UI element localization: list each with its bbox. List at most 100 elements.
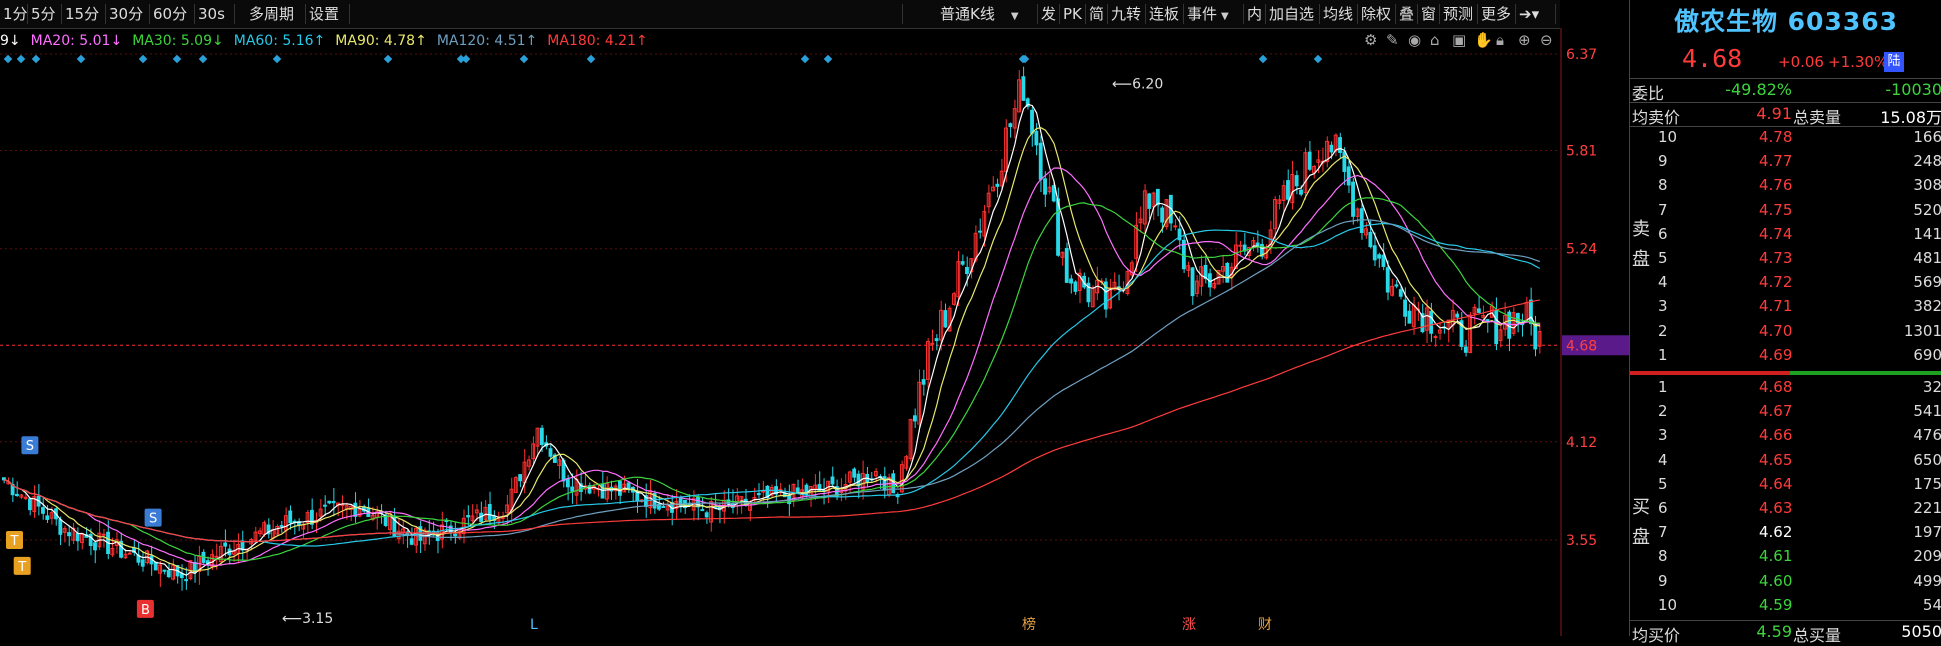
event-marker[interactable] bbox=[823, 54, 833, 64]
trade-marker-s[interactable]: S bbox=[144, 508, 162, 527]
period-button-multi[interactable]: 多周期 bbox=[246, 4, 306, 24]
ma-line bbox=[4, 197, 1540, 562]
weibi-label: 委比 bbox=[1632, 84, 1665, 103]
level-price: 4.60 bbox=[1759, 571, 1793, 590]
bottom-event-label[interactable]: 财 bbox=[1258, 617, 1272, 633]
toolbar-button-jiuzhuan[interactable]: 九转 bbox=[1108, 4, 1146, 24]
period-button-p5m[interactable]: 5分 bbox=[28, 4, 62, 24]
candle-body bbox=[67, 532, 71, 537]
toolbar-button-yuce[interactable]: 预测 bbox=[1440, 4, 1478, 24]
period-button-settings[interactable]: 设置 bbox=[306, 4, 350, 24]
total-sell-label: 总卖量 bbox=[1793, 108, 1842, 127]
toolbar-button-junxian[interactable]: 均线 bbox=[1320, 4, 1358, 24]
level-index: 2 bbox=[1658, 402, 1668, 421]
event-marker[interactable] bbox=[272, 54, 282, 64]
candle-body bbox=[1338, 137, 1342, 153]
toolbar-button-fa[interactable]: 发 bbox=[1038, 4, 1060, 24]
svg-text:T: T bbox=[17, 560, 26, 575]
toolbar-button-lianban[interactable]: 连板 bbox=[1146, 4, 1184, 24]
toolbar-label: 加自选 bbox=[1269, 5, 1315, 23]
candle-body bbox=[795, 487, 800, 493]
event-marker[interactable] bbox=[198, 54, 208, 64]
event-marker[interactable] bbox=[519, 54, 529, 64]
exit-icon[interactable]: ➔▾ bbox=[1516, 4, 1556, 24]
y-tick-label: 4.12 bbox=[1566, 435, 1597, 451]
candle-body bbox=[140, 559, 145, 567]
toolbar-button-jian[interactable]: 简 bbox=[1086, 4, 1108, 24]
kline-chart[interactable]: 6.37 5.81 5.24 4.12 3.55 4.68 ⟵6.20 ⟵3.15 S S TT B L… bbox=[0, 28, 1629, 636]
period-button-p30m[interactable]: 30分 bbox=[106, 4, 150, 24]
bottom-event-label[interactable]: 榜 bbox=[1022, 616, 1036, 633]
toolbar-button-die[interactable]: 叠 bbox=[1396, 4, 1418, 24]
svg-text:S: S bbox=[149, 512, 157, 527]
candle-body bbox=[1069, 278, 1073, 284]
period-button-p15m[interactable]: 15分 bbox=[62, 4, 106, 24]
level-volume: 541 bbox=[1913, 402, 1941, 421]
trade-marker-t[interactable]: T bbox=[6, 531, 23, 549]
candle-body bbox=[409, 538, 414, 545]
y-tick-label: 3.55 bbox=[1566, 533, 1597, 549]
trade-marker-t[interactable]: T bbox=[13, 556, 31, 575]
period-button-p1m[interactable]: 1分 bbox=[0, 4, 28, 24]
level-price: 4.65 bbox=[1759, 450, 1793, 469]
event-marker[interactable] bbox=[1313, 54, 1323, 64]
level-volume: 499 bbox=[1913, 571, 1941, 590]
level-index: 3 bbox=[1658, 297, 1668, 316]
level-price: 4.62 bbox=[1759, 523, 1793, 542]
svg-text:T: T bbox=[10, 534, 19, 549]
event-marker[interactable] bbox=[586, 54, 596, 64]
level-index: 7 bbox=[1658, 523, 1668, 542]
candle-body bbox=[1008, 123, 1013, 128]
candle-body bbox=[1433, 336, 1438, 339]
candle-body bbox=[1238, 244, 1243, 247]
toolbar-button-more[interactable]: 更多 bbox=[1478, 4, 1516, 24]
period-button-p60m[interactable]: 60分 bbox=[150, 4, 195, 24]
candle-body bbox=[830, 476, 835, 485]
level-volume: 175 bbox=[1913, 474, 1941, 493]
weibi-pct: -49.82% bbox=[1725, 80, 1792, 99]
level-index: 9 bbox=[1658, 571, 1668, 590]
toolbar-button-addfav[interactable]: 加自选 bbox=[1266, 4, 1320, 24]
toolbar-label: 事件 bbox=[1187, 5, 1218, 23]
toolbar-button-nei[interactable]: 内 bbox=[1244, 4, 1266, 24]
event-marker[interactable] bbox=[76, 54, 86, 64]
toolbar-button-pk[interactable]: PK bbox=[1060, 4, 1086, 24]
divider bbox=[1630, 620, 1941, 621]
bottom-event-label[interactable]: 涨 bbox=[1182, 617, 1196, 633]
level-price: 4.70 bbox=[1759, 321, 1793, 340]
candles bbox=[2, 66, 1542, 591]
level-price: 4.71 bbox=[1759, 297, 1793, 316]
toolbar-label: 简 bbox=[1089, 5, 1105, 23]
level-index: 2 bbox=[1658, 321, 1668, 340]
event-marker[interactable] bbox=[31, 54, 41, 64]
bottom-event-label[interactable]: L bbox=[530, 617, 538, 633]
sell-buy-separator-red bbox=[1630, 371, 1790, 375]
event-marker[interactable] bbox=[172, 54, 182, 64]
event-marker[interactable] bbox=[138, 54, 148, 64]
event-marker[interactable] bbox=[1258, 54, 1268, 64]
candle-body bbox=[965, 266, 969, 275]
high-price-label: ⟵6.20 bbox=[1112, 76, 1163, 92]
candle-body bbox=[978, 230, 982, 233]
trade-marker-s[interactable]: S bbox=[21, 436, 39, 455]
low-price-label: ⟵3.15 bbox=[282, 611, 333, 627]
event-marker[interactable] bbox=[3, 54, 13, 64]
toolbar-button-chuang[interactable]: 窗 bbox=[1418, 4, 1440, 24]
event-marker[interactable] bbox=[461, 54, 471, 64]
candle-body bbox=[45, 515, 50, 520]
chevron-down-icon: ▼ bbox=[1221, 11, 1229, 22]
level-index: 1 bbox=[1658, 345, 1668, 364]
candle-body bbox=[995, 183, 1000, 187]
event-marker[interactable] bbox=[16, 54, 26, 64]
level-volume: 476 bbox=[1913, 426, 1941, 445]
toolbar-button-chuquan[interactable]: 除权 bbox=[1358, 4, 1396, 24]
period-button-p30s[interactable]: 30s bbox=[195, 4, 235, 24]
trade-marker-b[interactable]: B bbox=[136, 599, 154, 618]
event-marker[interactable] bbox=[383, 54, 393, 64]
event-marker[interactable] bbox=[800, 54, 810, 64]
kline-type-select[interactable]: 普通K线 ▼ bbox=[902, 4, 1038, 24]
ma-line bbox=[4, 103, 1541, 576]
candle-body bbox=[852, 468, 857, 478]
toolbar-button-events[interactable]: 事件 ▼ bbox=[1184, 4, 1244, 24]
candle-body bbox=[331, 500, 336, 504]
